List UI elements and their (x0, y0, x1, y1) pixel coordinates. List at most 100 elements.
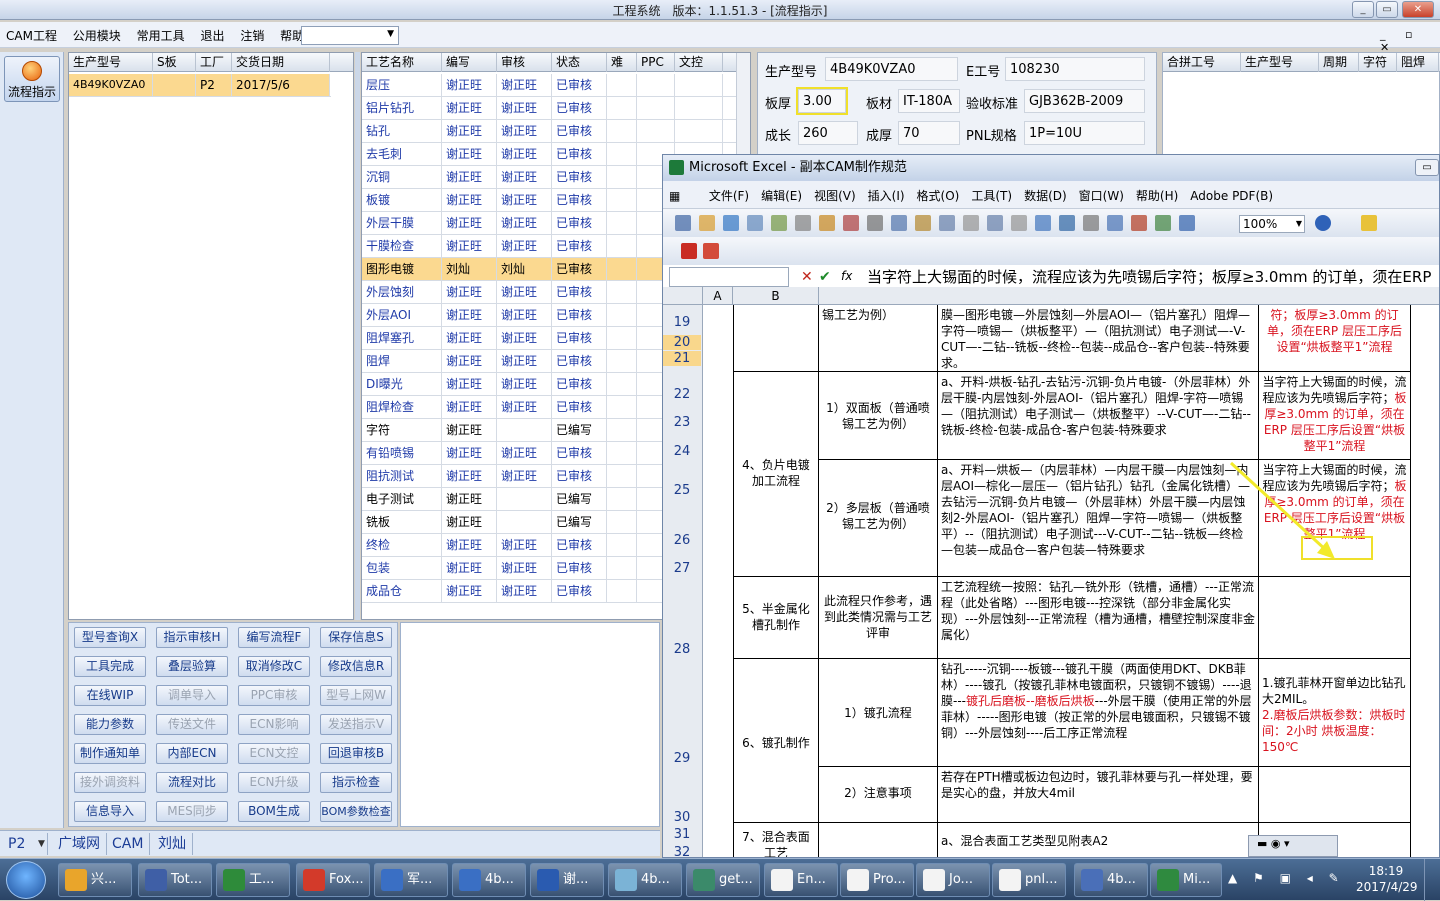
function-button[interactable]: 发送指示V (320, 714, 392, 735)
function-button[interactable]: ECN影响 (238, 714, 310, 735)
row-number[interactable]: 25 (663, 483, 701, 498)
toolbar-icon[interactable] (939, 215, 955, 231)
function-button[interactable]: 工具完成 (74, 656, 146, 677)
close-button[interactable]: ✕ (1402, 1, 1434, 18)
toolbar-icon[interactable] (915, 215, 931, 231)
function-button[interactable]: 编写流程F (238, 627, 310, 648)
taskbar-item[interactable]: En... (764, 863, 838, 897)
col-status[interactable]: 状态 (552, 53, 607, 72)
excel-doc-icon[interactable]: ▦ (663, 183, 699, 203)
function-button[interactable]: 叠层验算 (156, 656, 228, 677)
menu-dropdown[interactable]: ▼ (301, 26, 399, 45)
function-button[interactable]: ECN文控 (238, 743, 310, 764)
toolbar-icon[interactable] (1155, 215, 1171, 231)
taskbar-item[interactable]: 4b... (608, 863, 682, 897)
cell-top-note[interactable]: 符；板厚≥3.0mm 的订单，须在ERP 层压工序后设置“烘板整平1”流程 (1259, 305, 1411, 372)
function-button[interactable]: 信息导入 (74, 801, 146, 822)
menu-exit[interactable]: 退出 (194, 22, 230, 44)
toolbar-icon[interactable] (987, 215, 1003, 231)
table-row[interactable]: 4B49K0VZA0 P2 2017/5/6 (69, 74, 331, 97)
taskbar-item[interactable]: pnl... (992, 863, 1066, 897)
taskbar-item[interactable]: 4b... (452, 863, 526, 897)
cancel-icon[interactable]: ✕ (801, 269, 813, 285)
toolbar-icon[interactable] (723, 215, 739, 231)
cell-r7-note[interactable] (1259, 767, 1411, 823)
row-number[interactable]: 26 (663, 533, 701, 548)
col-difficulty[interactable]: 难 (607, 53, 637, 72)
function-button[interactable]: ECN升级 (238, 772, 310, 793)
taskbar-item[interactable]: 军... (374, 863, 448, 897)
function-button[interactable]: 保存信息S (320, 627, 392, 648)
toolbar-icon[interactable] (891, 215, 907, 231)
cell-r2-flow[interactable]: a、开料—烘板—（内层菲林）—内层干膜—内层蚀刻—内层AOI—棕化—层压—（铝片… (938, 460, 1259, 577)
excel-menu-edit[interactable]: 编辑(E) (755, 181, 808, 204)
excel-menu-pdf[interactable]: Adobe PDF(B) (1184, 183, 1279, 203)
eno-field[interactable]: 108230 (1005, 57, 1145, 81)
cell-r6-name[interactable]: 1）镀孔流程 (819, 659, 938, 767)
taskbar-item[interactable]: Fox... (296, 863, 370, 897)
maximize-button[interactable]: ▭ (1376, 1, 1398, 18)
excel-menu-window[interactable]: 窗口(W) (1073, 181, 1130, 204)
row-number[interactable]: 31 (663, 827, 701, 842)
col-sboard[interactable]: S板 (153, 53, 196, 72)
toolbar-icon[interactable] (1179, 215, 1195, 231)
standard-field[interactable]: GJB362B-2009 (1024, 89, 1145, 113)
pdf-mail-icon[interactable] (703, 243, 719, 259)
toolbar-icon[interactable] (747, 215, 763, 231)
cell-section6[interactable]: 6、镀孔制作 (733, 659, 819, 823)
excel-menu-format[interactable]: 格式(O) (911, 181, 966, 204)
cell-r8-name[interactable] (819, 823, 938, 857)
col-cycle[interactable]: 周期 (1319, 53, 1359, 72)
row-number[interactable]: 28 (663, 642, 701, 657)
toolbar-icon[interactable] (1059, 215, 1075, 231)
cell-r5-note[interactable] (1259, 577, 1411, 659)
function-button[interactable]: MES同步 (156, 801, 228, 822)
show-desktop-button[interactable] (1424, 859, 1440, 901)
col-merge-no[interactable]: 合拼工号 (1163, 53, 1241, 72)
col-author[interactable]: 编写 (442, 53, 497, 72)
cell-section4[interactable]: 4、负片电镀加工流程 (733, 372, 819, 577)
function-button[interactable]: 制作通知单 (74, 743, 146, 764)
taskbar-item[interactable]: 工... (216, 863, 290, 897)
function-button[interactable]: 接外调资料 (74, 772, 146, 793)
table-row[interactable]: 铝片钻孔 谢正旺 谢正旺 已审核 (362, 97, 750, 120)
col-char[interactable]: 字符 (1359, 53, 1397, 72)
row-number[interactable]: 29 (663, 751, 701, 766)
cell-r5-flow[interactable]: 工艺流程统一按照：钻孔—铣外形（铣槽，通槽）---正常流程（此处省略）---图形… (938, 577, 1259, 659)
clock[interactable]: 18:19 2017/4/29 (1356, 863, 1418, 895)
menu-logout[interactable]: 注销 (234, 22, 270, 44)
row-number[interactable]: 22 (663, 387, 701, 402)
row-number[interactable]: 27 (663, 561, 701, 576)
mdi-controls[interactable]: _ ▫ ✕ (1380, 28, 1440, 54)
toolbar-icon[interactable] (867, 215, 883, 231)
excel-menu-tools[interactable]: 工具(T) (965, 181, 1018, 204)
function-button[interactable]: 流程对比 (156, 772, 228, 793)
col-factory[interactable]: 工厂 (196, 53, 232, 72)
cell-r1-flow[interactable]: a、开料-烘板-钻孔-去钻污-沉铜-负片电镀-（外层菲林）外层干膜-内层蚀刻-外… (938, 372, 1259, 460)
cell-top-flow[interactable]: 膜—图形电镀—外层蚀刻—外层AOI—（铝片塞孔）阻焊—字符—喷锡—（烘板整平）—… (938, 305, 1259, 372)
toolbar-icon[interactable] (843, 215, 859, 231)
menu-tools[interactable]: 常用工具 (131, 22, 191, 44)
grow-field[interactable]: 260 (798, 121, 858, 145)
function-button[interactable]: 取消修改C (238, 656, 310, 677)
cell-r1-name[interactable]: 1）双面板（普通喷锡工艺为例） (819, 372, 938, 460)
taskbar-item[interactable]: 兴... (58, 863, 132, 897)
flow-indicator-button[interactable]: 流程指示 (4, 56, 60, 102)
minimize-button[interactable]: _ (1352, 1, 1374, 18)
cell-r5-name[interactable]: 此流程只作参考，遇到此类情况需与工艺评审 (819, 577, 938, 659)
start-button[interactable] (6, 861, 46, 899)
col-merge-model[interactable]: 生产型号 (1241, 53, 1319, 72)
minimize-button[interactable]: ▭ (1415, 159, 1439, 176)
toolbar-icon[interactable] (1107, 215, 1123, 231)
col-model[interactable]: 生产型号 (69, 53, 153, 72)
toolbar-icon[interactable] (699, 215, 715, 231)
table-row[interactable]: 钻孔 谢正旺 谢正旺 已审核 (362, 120, 750, 143)
row-number[interactable]: 23 (663, 415, 701, 430)
function-button[interactable]: 传送文件 (156, 714, 228, 735)
model-field[interactable]: 4B49K0VZA0 (825, 57, 958, 81)
toolbar-icon[interactable] (1011, 215, 1027, 231)
col-doc[interactable]: 文控 (675, 53, 723, 72)
taskbar-item[interactable]: Tot... (138, 863, 212, 897)
function-button[interactable]: 能力参数 (74, 714, 146, 735)
cell-r2-name[interactable]: 2）多层板（普通喷锡工艺为例） (819, 460, 938, 577)
